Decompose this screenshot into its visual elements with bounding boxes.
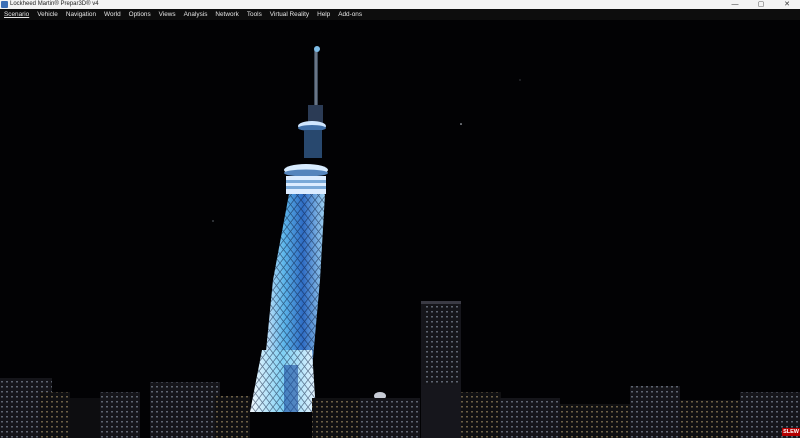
app-icon: [1, 1, 8, 8]
minimize-button[interactable]: —: [722, 0, 748, 9]
close-button[interactable]: ✕: [774, 0, 800, 9]
stars: [212, 79, 521, 222]
window-controls: — ▢ ✕: [722, 0, 800, 9]
simulator-viewport[interactable]: SLEW: [0, 20, 800, 438]
menu-tools[interactable]: Tools: [243, 9, 266, 20]
menu-add-ons[interactable]: Add-ons: [334, 9, 366, 20]
maximize-button[interactable]: ▢: [748, 0, 774, 9]
slew-mode-badge: SLEW: [782, 428, 800, 436]
menu-bar: Scenario Vehicle Navigation World Option…: [0, 9, 800, 20]
night-city-scene: [0, 46, 800, 438]
menu-help[interactable]: Help: [313, 9, 334, 20]
menu-world[interactable]: World: [100, 9, 125, 20]
menu-views[interactable]: Views: [155, 9, 180, 20]
city-skyline: [0, 378, 800, 438]
window-title: Lockheed Martin® Prepar3D® v4: [10, 1, 99, 7]
menu-virtual-reality[interactable]: Virtual Reality: [266, 9, 313, 20]
menu-analysis[interactable]: Analysis: [180, 9, 212, 20]
menu-navigation[interactable]: Navigation: [62, 9, 100, 20]
menu-vehicle[interactable]: Vehicle: [33, 9, 62, 20]
menu-options[interactable]: Options: [125, 9, 155, 20]
window-title-bar[interactable]: Lockheed Martin® Prepar3D® v4 — ▢ ✕: [0, 0, 800, 9]
menu-scenario[interactable]: Scenario: [1, 9, 33, 20]
skytree-tower: [250, 46, 328, 412]
menu-network[interactable]: Network: [211, 9, 242, 20]
office-tower: [421, 301, 461, 438]
